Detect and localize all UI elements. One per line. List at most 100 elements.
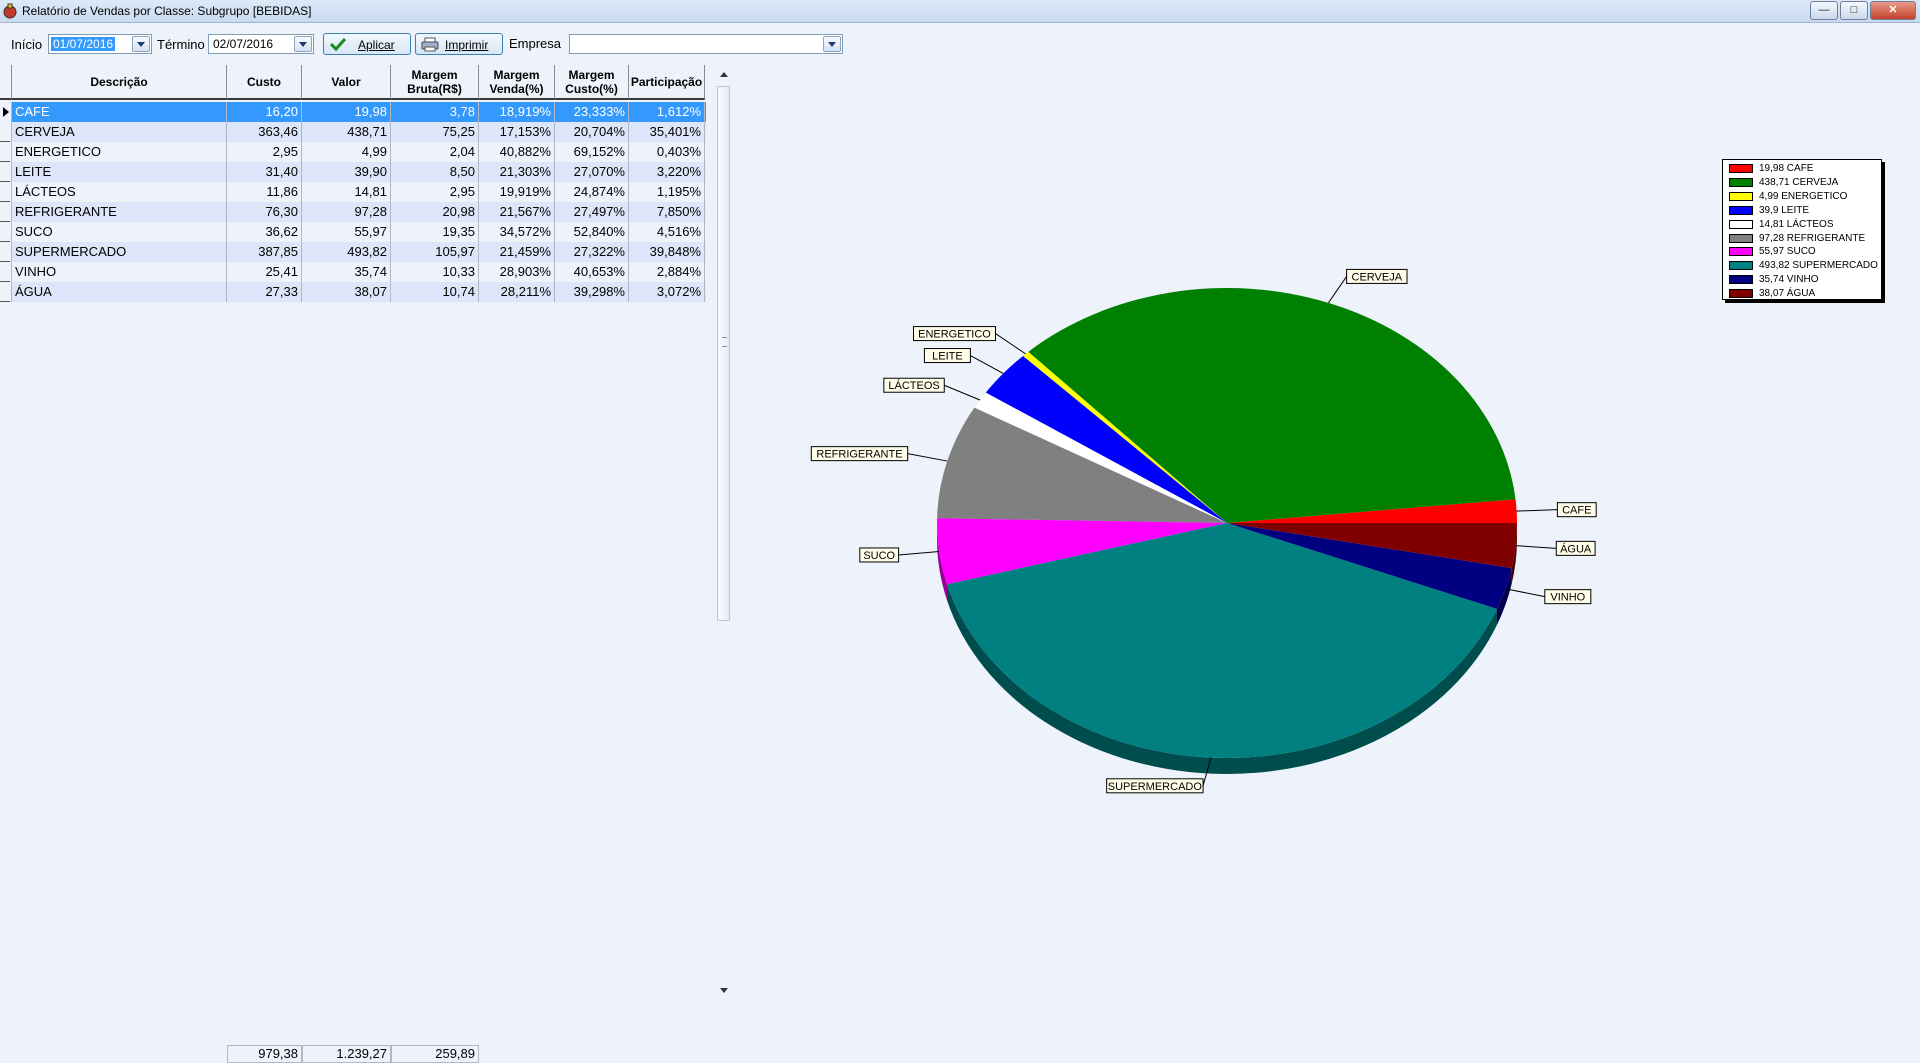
cell-descricao[interactable]: ÁGUA [12,282,227,302]
column-header-margem-venda[interactable]: Margem Venda(%) [479,65,555,100]
cell-custo[interactable]: 25,41 [227,262,302,282]
maximize-button[interactable]: □ [1840,1,1868,20]
cell-custo[interactable]: 31,40 [227,162,302,182]
column-header-margem-custo[interactable]: Margem Custo(%) [555,65,629,100]
chevron-down-icon[interactable] [132,36,150,52]
cell-participacao[interactable]: 1,612% [629,102,705,122]
cell-participacao[interactable]: 0,403% [629,142,705,162]
cell-margem-venda[interactable]: 21,567% [479,202,555,222]
column-header-valor[interactable]: Valor [302,65,391,100]
cell-custo[interactable]: 387,85 [227,242,302,262]
cell-descricao[interactable]: SUCO [12,222,227,242]
cell-margem-venda[interactable]: 28,903% [479,262,555,282]
cell-margem-bruta[interactable]: 3,78 [391,102,479,122]
termino-date-picker[interactable]: 02/07/2016 [208,34,314,54]
cell-participacao[interactable]: 35,401% [629,122,705,142]
cell-descricao[interactable]: CAFE [12,102,227,122]
cell-descricao[interactable]: SUPERMERCADO [12,242,227,262]
cell-margem-custo[interactable]: 27,322% [555,242,629,262]
row-indicator[interactable] [0,222,12,242]
cell-margem-custo[interactable]: 20,704% [555,122,629,142]
chevron-down-icon[interactable] [294,36,312,52]
cell-margem-bruta[interactable]: 19,35 [391,222,479,242]
cell-participacao[interactable]: 7,850% [629,202,705,222]
cell-margem-custo[interactable]: 69,152% [555,142,629,162]
table-row[interactable]: LEITE 31,40 39,90 8,50 21,303% 27,070% 3,220% [0,162,706,182]
close-button[interactable]: ✕ [1870,1,1916,20]
cell-margem-bruta[interactable]: 8,50 [391,162,479,182]
cell-participacao[interactable]: 2,884% [629,262,705,282]
cell-valor[interactable]: 38,07 [302,282,391,302]
empresa-select[interactable] [569,34,843,54]
cell-valor[interactable]: 19,98 [302,102,391,122]
cell-descricao[interactable]: LEITE [12,162,227,182]
scroll-up-arrow[interactable] [720,72,728,77]
table-row[interactable]: CAFE 16,20 19,98 3,78 18,919% 23,333% 1,612% [0,102,706,122]
row-indicator[interactable] [0,262,12,282]
cell-valor[interactable]: 438,71 [302,122,391,142]
row-indicator[interactable] [0,242,12,262]
termino-date-value[interactable]: 02/07/2016 [211,37,275,51]
cell-margem-custo[interactable]: 52,840% [555,222,629,242]
cell-participacao[interactable]: 39,848% [629,242,705,262]
cell-margem-custo[interactable]: 24,874% [555,182,629,202]
cell-margem-bruta[interactable]: 2,95 [391,182,479,202]
cell-margem-custo[interactable]: 23,333% [555,102,629,122]
cell-participacao[interactable]: 3,220% [629,162,705,182]
cell-margem-custo[interactable]: 27,497% [555,202,629,222]
sales-grid[interactable]: Descrição Custo Valor Margem Bruta(R$) Margem… [0,65,706,1063]
table-row[interactable]: REFRIGERANTE 76,30 97,28 20,98 21,567% 27,497… [0,202,706,222]
table-row[interactable]: VINHO 25,41 35,74 10,33 28,903% 40,653% 2,884% [0,262,706,282]
cell-margem-venda[interactable]: 19,919% [479,182,555,202]
cell-custo[interactable]: 16,20 [227,102,302,122]
cell-margem-bruta[interactable]: 10,33 [391,262,479,282]
cell-margem-venda[interactable]: 40,882% [479,142,555,162]
column-header-margem-bruta[interactable]: Margem Bruta(R$) [391,65,479,100]
cell-margem-bruta[interactable]: 105,97 [391,242,479,262]
cell-valor[interactable]: 55,97 [302,222,391,242]
column-header-custo[interactable]: Custo [227,65,302,100]
cell-valor[interactable]: 35,74 [302,262,391,282]
row-indicator[interactable] [0,102,12,122]
cell-margem-venda[interactable]: 34,572% [479,222,555,242]
minimize-button[interactable]: — [1810,1,1838,20]
cell-descricao[interactable]: LÁCTEOS [12,182,227,202]
cell-participacao[interactable]: 1,195% [629,182,705,202]
cell-margem-custo[interactable]: 40,653% [555,262,629,282]
column-header-descricao[interactable]: Descrição [12,65,227,100]
cell-margem-bruta[interactable]: 20,98 [391,202,479,222]
row-indicator[interactable] [0,142,12,162]
cell-custo[interactable]: 2,95 [227,142,302,162]
cell-descricao[interactable]: CERVEJA [12,122,227,142]
cell-descricao[interactable]: VINHO [12,262,227,282]
cell-margem-bruta[interactable]: 75,25 [391,122,479,142]
cell-margem-venda[interactable]: 17,153% [479,122,555,142]
scroll-down-arrow[interactable] [720,988,728,993]
cell-descricao[interactable]: ENERGETICO [12,142,227,162]
imprimir-button[interactable]: Imprimir [415,33,503,55]
cell-participacao[interactable]: 3,072% [629,282,705,302]
row-indicator[interactable] [0,182,12,202]
cell-margem-custo[interactable]: 27,070% [555,162,629,182]
cell-margem-bruta[interactable]: 2,04 [391,142,479,162]
row-indicator[interactable] [0,122,12,142]
cell-descricao[interactable]: REFRIGERANTE [12,202,227,222]
table-row[interactable]: ENERGETICO 2,95 4,99 2,04 40,882% 69,152% 0,40… [0,142,706,162]
cell-valor[interactable]: 4,99 [302,142,391,162]
cell-custo[interactable]: 36,62 [227,222,302,242]
cell-margem-bruta[interactable]: 10,74 [391,282,479,302]
row-indicator[interactable] [0,202,12,222]
inicio-date-value[interactable]: 01/07/2016 [51,37,116,51]
chevron-down-icon[interactable] [823,36,841,52]
cell-participacao[interactable]: 4,516% [629,222,705,242]
cell-custo[interactable]: 11,86 [227,182,302,202]
table-row[interactable]: SUPERMERCADO 387,85 493,82 105,97 21,459% 27,… [0,242,706,262]
row-indicator[interactable] [0,162,12,182]
cell-custo[interactable]: 76,30 [227,202,302,222]
row-indicator[interactable] [0,282,12,302]
cell-margem-venda[interactable]: 18,919% [479,102,555,122]
table-row[interactable]: ÁGUA 27,33 38,07 10,74 28,211% 39,298% 3,072% [0,282,706,302]
cell-margem-custo[interactable]: 39,298% [555,282,629,302]
cell-custo[interactable]: 363,46 [227,122,302,142]
window-titlebar[interactable]: Relatório de Vendas por Classe: Subgrupo… [0,0,1920,23]
